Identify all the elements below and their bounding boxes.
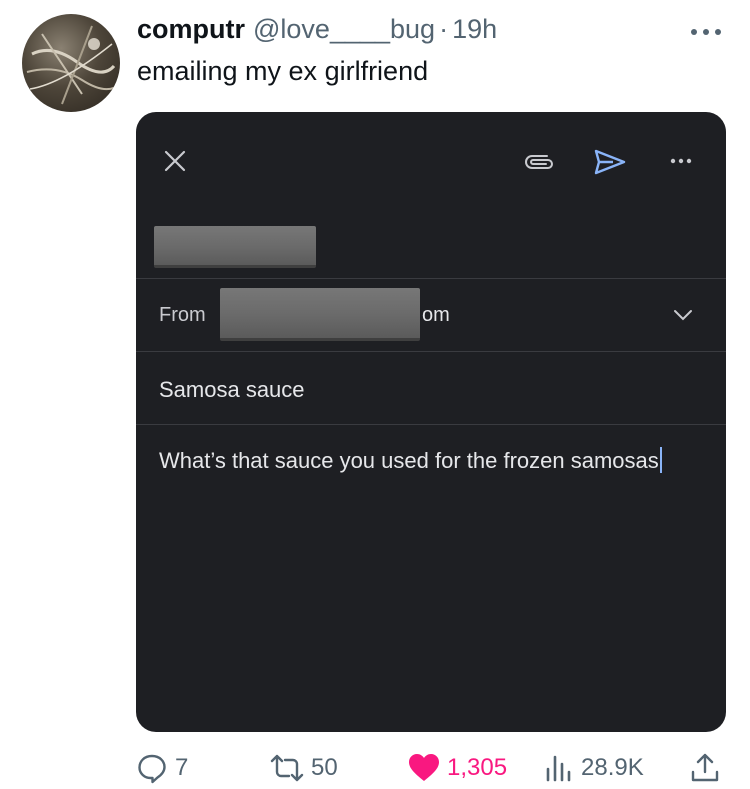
retweet-icon xyxy=(270,754,304,782)
retweet-count: 50 xyxy=(311,754,338,781)
divider xyxy=(136,424,726,425)
divider xyxy=(136,278,726,279)
reply-button[interactable]: 7 xyxy=(136,748,188,788)
email-body: What’s that sauce you used for the froze… xyxy=(159,446,679,476)
view-count: 28.9K xyxy=(581,754,644,781)
tweet: computr @love____bug · 19h emailing my e… xyxy=(0,0,750,789)
share-button[interactable] xyxy=(690,748,720,788)
redacted-recipient xyxy=(154,226,316,268)
retweet-button[interactable]: 50 xyxy=(270,748,338,788)
more-options-icon[interactable] xyxy=(686,22,726,42)
reply-count: 7 xyxy=(175,754,189,781)
like-count: 1,305 xyxy=(447,754,508,781)
tweet-text: emailing my ex girlfriend xyxy=(137,56,429,86)
views-button[interactable]: 28.9K xyxy=(544,748,644,788)
action-bar: 7 50 1,305 28.9K xyxy=(0,748,750,788)
views-icon xyxy=(546,755,571,782)
user-handle[interactable]: @love____bug xyxy=(253,14,435,45)
chevron-down-icon xyxy=(674,310,692,321)
attachment-icon xyxy=(525,155,553,169)
avatar-image xyxy=(26,25,120,105)
redacted-sender xyxy=(220,288,420,341)
email-body-text: What’s that sauce you used for the froze… xyxy=(159,448,659,473)
text-cursor xyxy=(659,447,662,473)
tweet-header: computr @love____bug · 19h xyxy=(137,14,497,48)
like-button[interactable]: 1,305 xyxy=(408,748,507,788)
separator-dot: · xyxy=(439,14,449,44)
display-name[interactable]: computr xyxy=(137,14,245,45)
share-icon xyxy=(691,753,719,782)
more-vertical-icon xyxy=(670,158,692,164)
reply-icon xyxy=(138,754,166,784)
from-label: From xyxy=(159,304,206,326)
timestamp[interactable]: 19h xyxy=(452,14,497,45)
heart-icon xyxy=(409,754,439,781)
send-icon xyxy=(594,149,626,175)
from-address-suffix: om xyxy=(422,304,450,326)
avatar[interactable] xyxy=(22,14,120,112)
email-screenshot[interactable]: From om Samosa sauce What’s that sauce y… xyxy=(136,112,726,732)
close-icon xyxy=(164,150,186,172)
divider xyxy=(136,351,726,352)
email-subject: Samosa sauce xyxy=(159,377,305,402)
